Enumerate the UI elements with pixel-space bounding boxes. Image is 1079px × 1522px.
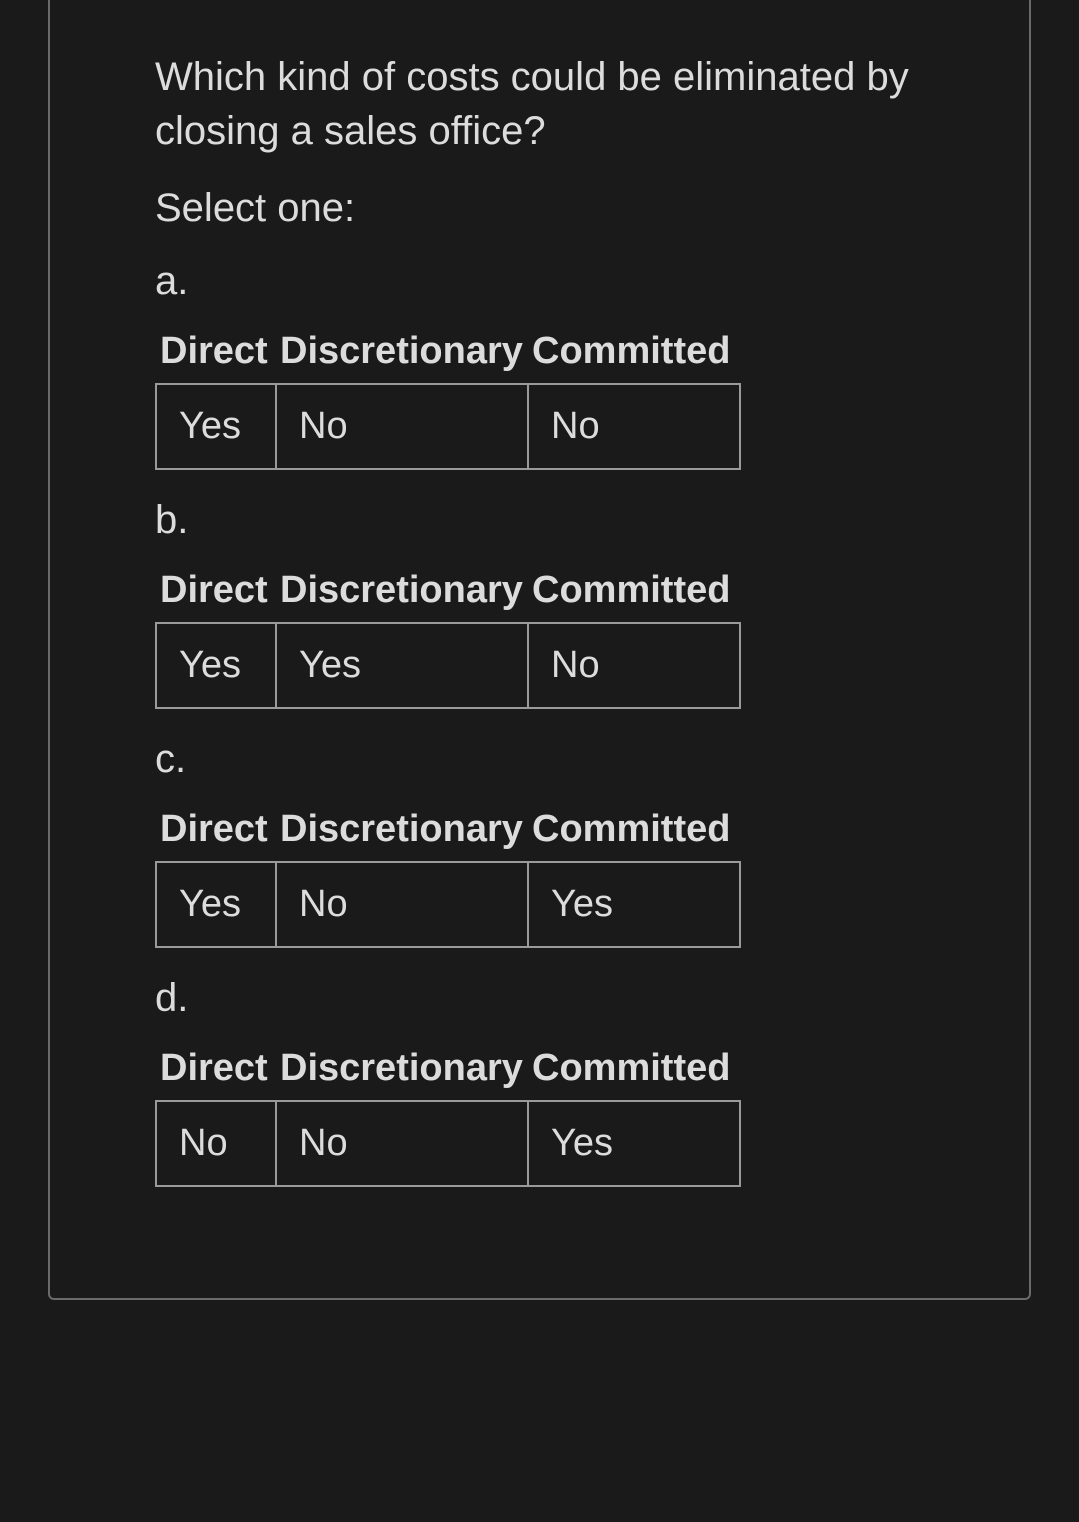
- select-one-label: Select one:: [155, 186, 924, 231]
- cell-direct: Yes: [156, 623, 276, 708]
- table-header-row: Direct Discretionary Committed: [156, 804, 740, 862]
- cell-committed: Yes: [528, 1101, 740, 1186]
- cell-discretionary: No: [276, 1101, 528, 1186]
- table-row: No No Yes: [156, 1101, 740, 1186]
- cell-direct: Yes: [156, 862, 276, 947]
- header-direct: Direct: [156, 326, 276, 384]
- cell-discretionary: No: [276, 384, 528, 469]
- table-header-row: Direct Discretionary Committed: [156, 1043, 740, 1101]
- option-d[interactable]: d. Direct Discretionary Committed No No …: [155, 976, 924, 1187]
- question-frame: Which kind of costs could be eliminated …: [48, 0, 1031, 1300]
- option-b[interactable]: b. Direct Discretionary Committed Yes Ye…: [155, 498, 924, 709]
- cell-committed: No: [528, 623, 740, 708]
- question-text: Which kind of costs could be eliminated …: [155, 50, 924, 158]
- option-label: d.: [155, 976, 924, 1021]
- table-row: Yes No Yes: [156, 862, 740, 947]
- header-committed: Committed: [528, 1043, 740, 1101]
- header-discretionary: Discretionary: [276, 804, 528, 862]
- header-direct: Direct: [156, 565, 276, 623]
- table-header-row: Direct Discretionary Committed: [156, 326, 740, 384]
- header-committed: Committed: [528, 565, 740, 623]
- option-label: a.: [155, 259, 924, 304]
- header-committed: Committed: [528, 804, 740, 862]
- option-a[interactable]: a. Direct Discretionary Committed Yes No…: [155, 259, 924, 470]
- option-d-table: Direct Discretionary Committed No No Yes: [155, 1043, 741, 1187]
- option-label: b.: [155, 498, 924, 543]
- cell-direct: Yes: [156, 384, 276, 469]
- cell-committed: No: [528, 384, 740, 469]
- cell-discretionary: No: [276, 862, 528, 947]
- option-c[interactable]: c. Direct Discretionary Committed Yes No…: [155, 737, 924, 948]
- header-discretionary: Discretionary: [276, 565, 528, 623]
- header-direct: Direct: [156, 804, 276, 862]
- table-row: Yes No No: [156, 384, 740, 469]
- table-header-row: Direct Discretionary Committed: [156, 565, 740, 623]
- header-direct: Direct: [156, 1043, 276, 1101]
- option-label: c.: [155, 737, 924, 782]
- header-committed: Committed: [528, 326, 740, 384]
- option-c-table: Direct Discretionary Committed Yes No Ye…: [155, 804, 741, 948]
- cell-direct: No: [156, 1101, 276, 1186]
- option-b-table: Direct Discretionary Committed Yes Yes N…: [155, 565, 741, 709]
- header-discretionary: Discretionary: [276, 326, 528, 384]
- cell-discretionary: Yes: [276, 623, 528, 708]
- option-a-table: Direct Discretionary Committed Yes No No: [155, 326, 741, 470]
- cell-committed: Yes: [528, 862, 740, 947]
- header-discretionary: Discretionary: [276, 1043, 528, 1101]
- table-row: Yes Yes No: [156, 623, 740, 708]
